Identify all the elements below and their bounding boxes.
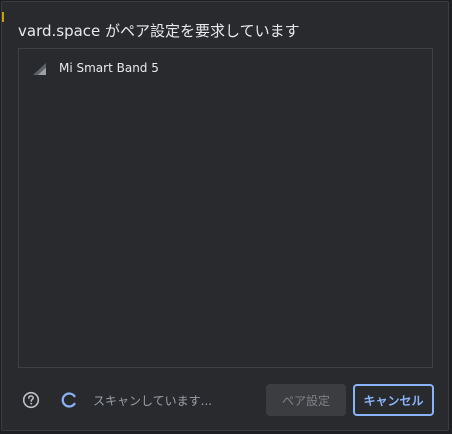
pair-button[interactable]: ペア設定 bbox=[266, 384, 346, 416]
dialog-footer: スキャンしています... ペア設定 キャンセル bbox=[2, 380, 448, 420]
dialog-title: vard.space がペア設定を要求しています bbox=[18, 22, 300, 40]
spinner-icon bbox=[61, 392, 76, 408]
cancel-button[interactable]: キャンセル bbox=[353, 384, 434, 416]
corner-accent bbox=[2, 12, 4, 22]
device-list-item[interactable]: Mi Smart Band 5 bbox=[19, 57, 432, 81]
device-list[interactable]: Mi Smart Band 5 bbox=[18, 48, 433, 368]
device-name: Mi Smart Band 5 bbox=[59, 61, 159, 75]
pairing-dialog: vard.space がペア設定を要求しています Mi Smart Band 5… bbox=[1, 1, 449, 431]
help-icon[interactable] bbox=[22, 391, 40, 409]
scanning-status: スキャンしています... bbox=[93, 394, 213, 408]
signal-strength-icon bbox=[33, 63, 46, 75]
